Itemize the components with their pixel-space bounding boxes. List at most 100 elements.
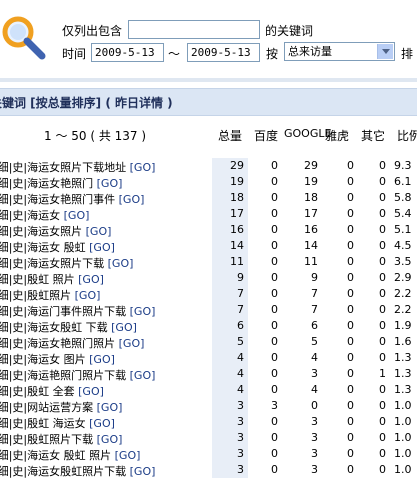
keyword-link[interactable]: 海运女艳照门	[27, 177, 93, 190]
google-cell: 3	[311, 447, 318, 460]
row-links[interactable]: |细|史|	[0, 257, 27, 270]
ratio-cell: 1.0	[394, 399, 412, 412]
go-link[interactable]: [GO]	[86, 225, 112, 238]
keyword-link[interactable]: 海运女照片下载地址	[27, 161, 126, 174]
row-links[interactable]: |细|史|	[0, 241, 27, 254]
table-row: |细|史|海运女殷虹 下载 [GO] 6 0 6 0 0 1.9	[0, 318, 417, 334]
row-links[interactable]: |细|史|	[0, 417, 27, 430]
go-link[interactable]: [GO]	[115, 449, 141, 462]
go-link[interactable]: [GO]	[111, 321, 137, 334]
yahoo-cell: 0	[347, 335, 354, 348]
other-cell: 0	[379, 255, 386, 268]
range-info: 1 ～ 50 ( 共 137 )	[44, 129, 147, 143]
row-links[interactable]: |细|史|	[0, 321, 27, 334]
yahoo-cell: 0	[347, 175, 354, 188]
go-link[interactable]: [GO]	[97, 177, 123, 190]
go-link[interactable]: [GO]	[97, 401, 123, 414]
go-link[interactable]: [GO]	[89, 241, 115, 254]
keyword-cell: |细|史|海运门事件照片下载 [GO]	[0, 303, 155, 319]
keyword-link[interactable]: 网站运营方案	[27, 401, 93, 414]
go-link[interactable]: [GO]	[78, 385, 104, 398]
keyword-link[interactable]: 海运门事件照片下载	[27, 305, 126, 318]
keyword-link[interactable]: 殷虹 全套	[27, 385, 75, 398]
baidu-cell: 0	[271, 463, 278, 476]
keyword-cell: |细|史|海运女艳照门 [GO]	[0, 175, 122, 191]
go-link[interactable]: [GO]	[89, 353, 115, 366]
keyword-cell: |细|史|海运女照片下载地址 [GO]	[0, 159, 155, 175]
go-link[interactable]: [GO]	[78, 273, 104, 286]
sort-select[interactable]: 总来访量	[284, 42, 395, 61]
other-cell: 0	[379, 447, 386, 460]
baidu-cell: 0	[271, 255, 278, 268]
row-links[interactable]: |细|史|	[0, 225, 27, 238]
keyword-link[interactable]: 殷虹 海运女	[27, 417, 86, 430]
google-cell: 4	[311, 351, 318, 364]
keyword-link[interactable]: 海运女照片下载	[27, 257, 104, 270]
keyword-link[interactable]: 殷虹照片	[27, 289, 71, 302]
row-links[interactable]: |细|史|	[0, 449, 27, 462]
keyword-link[interactable]: 海运女 图片	[27, 353, 86, 366]
keyword-link[interactable]: 海运女殷虹 下载	[27, 321, 108, 334]
go-link[interactable]: [GO]	[130, 369, 156, 382]
keyword-link[interactable]: 殷虹照片下载	[27, 433, 93, 446]
keyword-cell: |细|史|海运女 殷虹 [GO]	[0, 239, 115, 255]
go-link[interactable]: [GO]	[130, 465, 156, 478]
yahoo-cell: 0	[347, 191, 354, 204]
keyword-link[interactable]: 海运女	[27, 209, 60, 222]
table-row: |细|史|海运女照片下载地址 [GO] 29 0 29 0 0 9.3	[0, 158, 417, 174]
row-links[interactable]: |细|史|	[0, 305, 27, 318]
go-link[interactable]: [GO]	[119, 193, 145, 206]
go-link[interactable]: [GO]	[75, 289, 101, 302]
ratio-cell: 4.5	[394, 239, 412, 252]
baidu-cell: 0	[271, 351, 278, 364]
go-link[interactable]: [GO]	[89, 417, 115, 430]
total-cell: 3	[212, 414, 248, 430]
row-links[interactable]: |细|史|	[0, 273, 27, 286]
row-links[interactable]: |细|史|	[0, 177, 27, 190]
go-link[interactable]: [GO]	[97, 433, 123, 446]
keyword-cell: |细|史|殷虹照片下载 [GO]	[0, 431, 122, 447]
keyword-link[interactable]: 海运女 殷虹 照片	[27, 449, 111, 462]
go-link[interactable]: [GO]	[130, 305, 156, 318]
keyword-link[interactable]: 海运女照片	[27, 225, 82, 238]
table-row: |细|史|海运女照片下载 [GO] 11 0 11 0 0 3.5	[0, 254, 417, 270]
keyword-link[interactable]: 海运女 殷虹	[27, 241, 86, 254]
total-cell: 18	[212, 190, 248, 206]
keyword-link[interactable]: 海运女殷虹照片下载	[27, 465, 126, 478]
go-link[interactable]: [GO]	[64, 209, 90, 222]
table-row: |细|史|殷虹照片 [GO] 7 0 7 0 0 2.2	[0, 286, 417, 302]
row-links[interactable]: |细|史|	[0, 401, 27, 414]
keyword-link[interactable]: 殷虹 照片	[27, 273, 75, 286]
go-link[interactable]: [GO]	[108, 257, 134, 270]
date-from-input[interactable]: 2009-5-13	[91, 43, 164, 62]
other-cell: 1	[379, 367, 386, 380]
baidu-cell: 0	[271, 383, 278, 396]
go-link[interactable]: [GO]	[119, 337, 145, 350]
other-cell: 0	[379, 383, 386, 396]
keyword-input[interactable]	[128, 20, 260, 39]
keyword-link[interactable]: 海运女艳照门事件	[27, 193, 115, 206]
table-row: |细|史|海运女 图片 [GO] 4 0 4 0 0 1.3	[0, 350, 417, 366]
row-links[interactable]: |细|史|	[0, 209, 27, 222]
baidu-cell: 0	[271, 239, 278, 252]
row-links[interactable]: |细|史|	[0, 369, 27, 382]
date-to-input[interactable]: 2009-5-13	[187, 43, 260, 62]
row-links[interactable]: |细|史|	[0, 433, 27, 446]
row-links[interactable]: |细|史|	[0, 289, 27, 302]
row-links[interactable]: |细|史|	[0, 337, 27, 350]
row-links[interactable]: |细|史|	[0, 161, 27, 174]
row-links[interactable]: |细|史|	[0, 465, 27, 478]
go-link[interactable]: [GO]	[130, 161, 156, 174]
google-cell: 4	[311, 383, 318, 396]
other-cell: 0	[379, 431, 386, 444]
row-links[interactable]: |细|史|	[0, 193, 27, 206]
yahoo-cell: 0	[347, 319, 354, 332]
chevron-down-icon[interactable]	[377, 44, 393, 59]
keyword-link[interactable]: 海运女艳照门照片	[27, 337, 115, 350]
row-links[interactable]: |细|史|	[0, 353, 27, 366]
yahoo-cell: 0	[347, 255, 354, 268]
keyword-cell: |细|史|海运女 图片 [GO]	[0, 351, 115, 367]
row-links[interactable]: |细|史|	[0, 385, 27, 398]
other-cell: 0	[379, 399, 386, 412]
keyword-link[interactable]: 海运艳照门照片下载	[27, 369, 126, 382]
